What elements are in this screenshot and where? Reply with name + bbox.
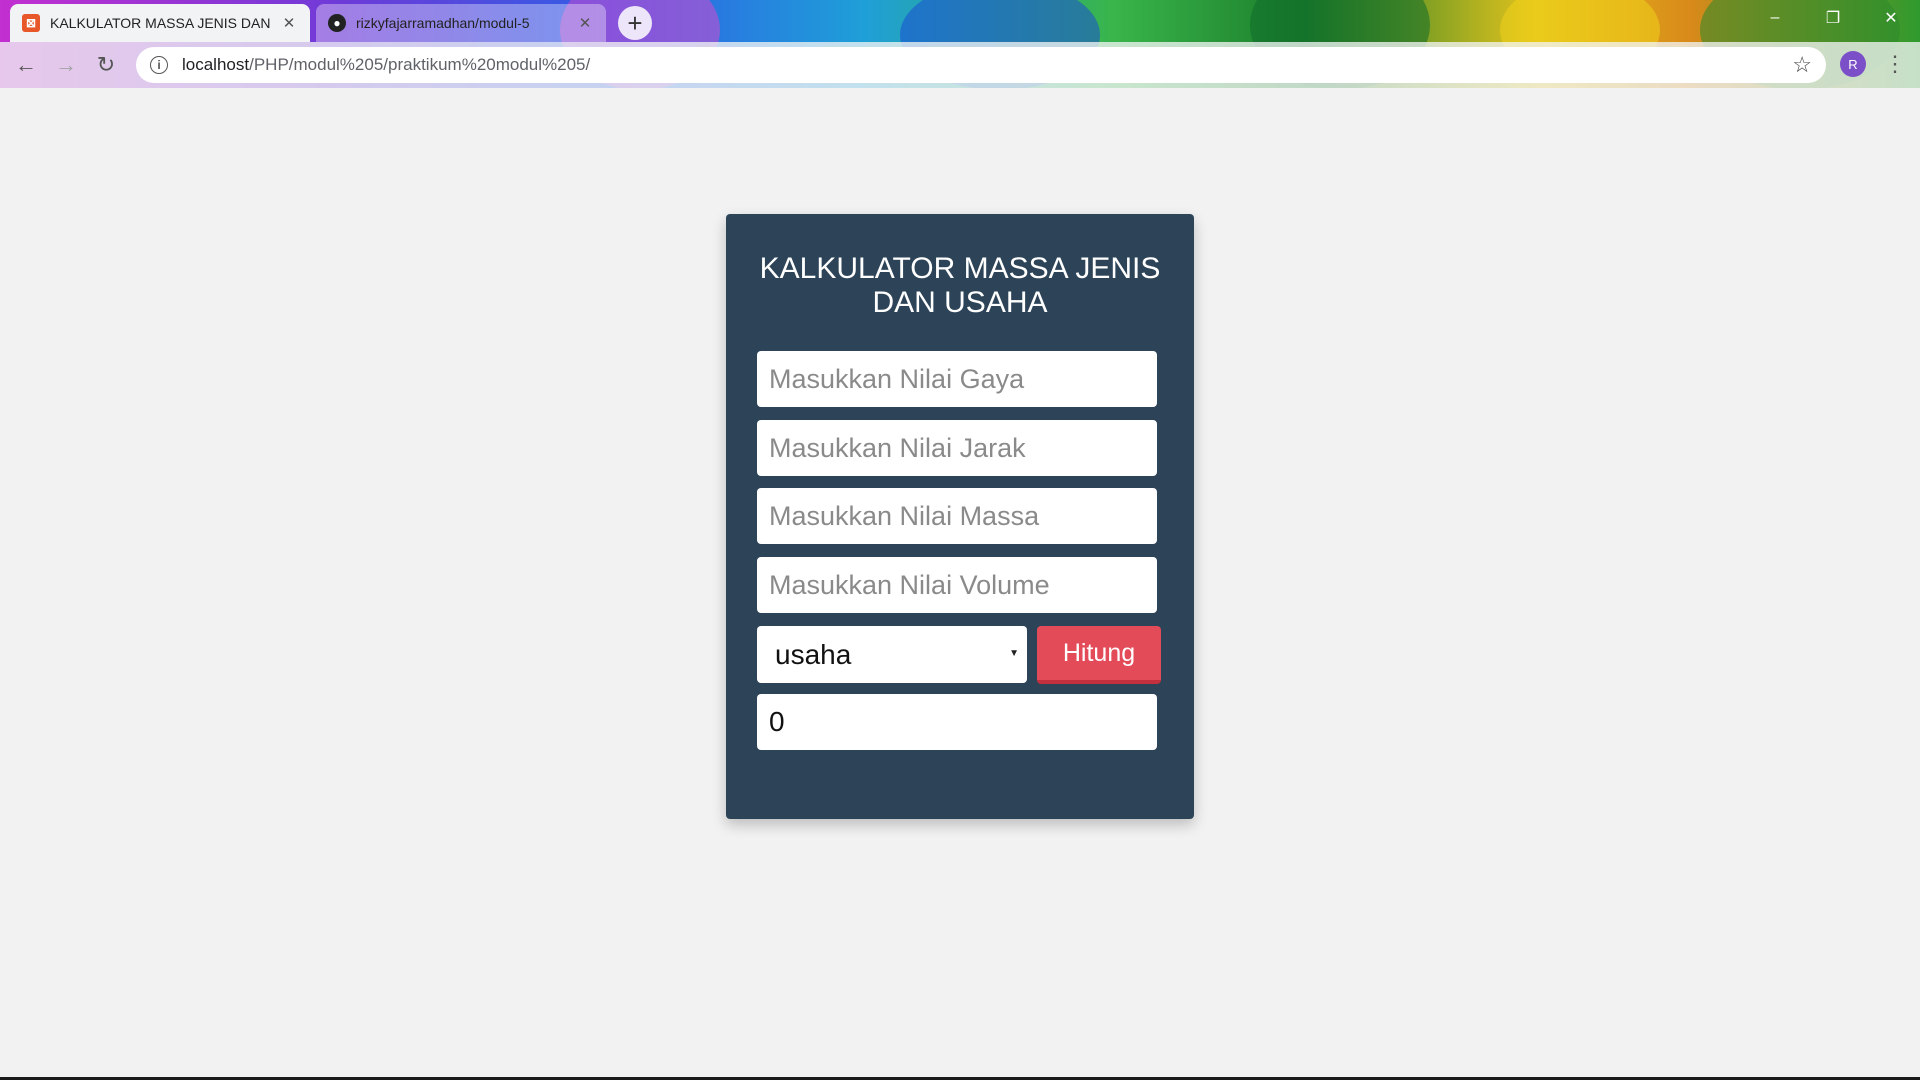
close-tab-icon[interactable]: ✕ <box>280 14 298 32</box>
forward-icon[interactable]: → <box>46 45 86 85</box>
operation-selected-value: usaha <box>775 638 852 670</box>
gaya-input[interactable] <box>757 351 1157 407</box>
github-icon: ● <box>328 14 346 32</box>
volume-input[interactable] <box>757 557 1157 613</box>
browser-chrome: ⊠ KALKULATOR MASSA JENIS DAN ✕ ● rizkyfa… <box>0 0 1920 88</box>
kebab-menu-icon[interactable]: ⋮ <box>1880 49 1910 79</box>
browser-toolbar: ← → ↻ i localhost/PHP/modul%205/praktiku… <box>0 42 1920 88</box>
restore-icon[interactable]: ❐ <box>1804 0 1862 36</box>
tab-title: KALKULATOR MASSA JENIS DAN <box>50 15 271 31</box>
new-tab-button[interactable]: + <box>618 6 652 40</box>
page-title: KALKULATOR MASSA JENIS DAN USAHA <box>759 252 1161 319</box>
tab-strip: ⊠ KALKULATOR MASSA JENIS DAN ✕ ● rizkyfa… <box>0 0 1920 42</box>
close-window-icon[interactable]: ✕ <box>1862 0 1920 36</box>
url-text[interactable]: localhost/PHP/modul%205/praktikum%20modu… <box>182 55 1792 75</box>
calculator-card: KALKULATOR MASSA JENIS DAN USAHA usaha ▼… <box>726 214 1194 819</box>
url-path: /PHP/modul%205/praktikum%20modul%205/ <box>249 55 591 74</box>
address-bar[interactable]: i localhost/PHP/modul%205/praktikum%20mo… <box>136 47 1826 83</box>
jarak-input[interactable] <box>757 420 1157 476</box>
hitung-button[interactable]: Hitung <box>1037 626 1161 684</box>
xampp-icon: ⊠ <box>22 14 40 32</box>
operation-select[interactable]: usaha ▼ <box>757 626 1027 683</box>
profile-avatar[interactable]: R <box>1840 51 1866 77</box>
tab-github[interactable]: ● rizkyfajarramadhan/modul-5 ✕ <box>316 4 606 42</box>
close-tab-icon[interactable]: ✕ <box>576 14 594 32</box>
tab-calculator[interactable]: ⊠ KALKULATOR MASSA JENIS DAN ✕ <box>10 4 310 42</box>
reload-icon[interactable]: ↻ <box>86 45 126 85</box>
info-icon[interactable]: i <box>150 56 168 74</box>
tab-title: rizkyfajarramadhan/modul-5 <box>356 15 530 31</box>
massa-input[interactable] <box>757 488 1157 544</box>
bookmark-star-icon[interactable]: ☆ <box>1792 52 1812 78</box>
result-field[interactable]: 0 <box>757 694 1157 750</box>
window-controls: – ❐ ✕ <box>1746 0 1920 36</box>
minimize-icon[interactable]: – <box>1746 0 1804 36</box>
dropdown-caret-icon: ▼ <box>1009 648 1019 659</box>
back-icon[interactable]: ← <box>6 45 46 85</box>
url-host: localhost <box>182 55 250 74</box>
